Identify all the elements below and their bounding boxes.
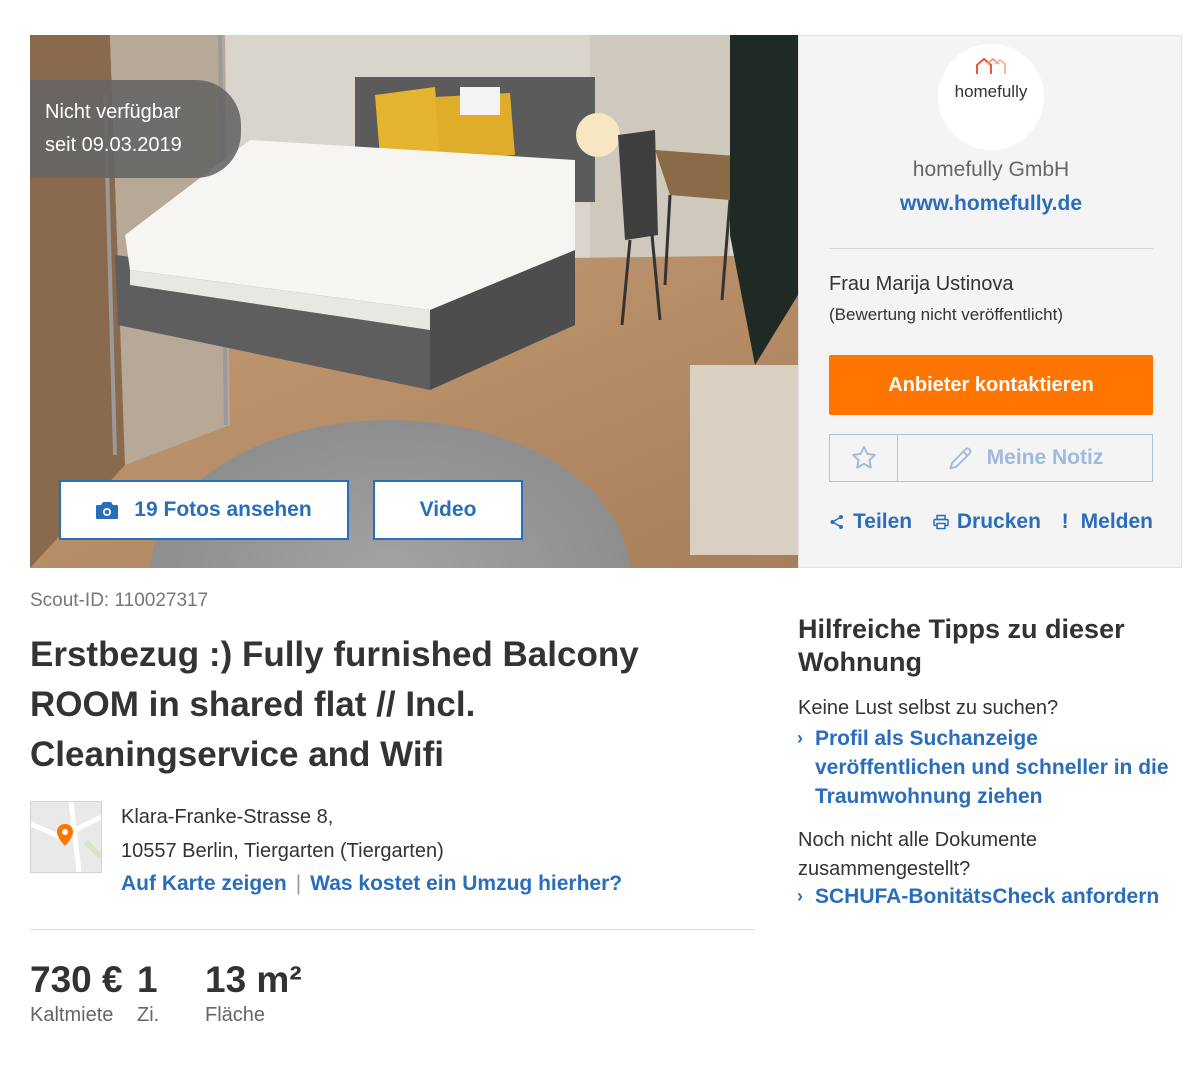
note-label: Meine Notiz xyxy=(986,446,1104,469)
tips-heading: Hilfreiche Tipps zu dieser Wohnung xyxy=(798,614,1125,677)
provider-logo[interactable]: homefully xyxy=(938,44,1044,150)
link-separator: | xyxy=(295,872,302,895)
area-keyvalue: 13 m² Fläche xyxy=(205,958,302,1027)
publish-profile-link[interactable]: › Profil als Suchanzeige veröffentlichen… xyxy=(797,724,1185,811)
key-values-divider xyxy=(30,929,755,930)
view-photos-label: 19 Fotos ansehen xyxy=(134,498,312,521)
report-label: Melden xyxy=(1080,510,1153,533)
share-icon xyxy=(829,514,845,530)
listing-title: Erstbezug :) Fully furnished Balcony ROO… xyxy=(30,635,639,774)
show-on-map-link[interactable]: Auf Karte zeigen xyxy=(121,872,287,896)
rent-keyvalue: 730 € Kaltmiete xyxy=(30,958,123,1027)
provider-logo-text: homefully xyxy=(954,82,1028,101)
moving-cost-link[interactable]: Was kostet ein Umzug hierher? xyxy=(310,872,622,896)
schufa-check-label: SCHUFA-BonitätsCheck anfordern xyxy=(815,885,1160,908)
share-button[interactable]: Teilen xyxy=(829,510,912,534)
favorite-button[interactable] xyxy=(829,434,898,482)
provider-divider xyxy=(829,248,1153,249)
print-button[interactable]: Drucken xyxy=(933,510,1041,534)
print-label: Drucken xyxy=(956,510,1041,533)
availability-badge: Nicht verfügbar seit 09.03.2019 xyxy=(30,80,241,178)
tips-question-search: Keine Lust selbst zu suchen? xyxy=(798,697,1059,719)
publish-profile-label: Profil als Suchanzeige veröffentlichen u… xyxy=(815,727,1169,808)
video-button[interactable]: Video xyxy=(373,480,523,540)
map-thumbnail[interactable] xyxy=(30,801,104,873)
house-logo-icon xyxy=(976,57,1006,74)
rooms-label: Zi. xyxy=(137,1004,160,1026)
provider-website-link[interactable]: www.homefully.de xyxy=(799,192,1183,216)
chevron-right-icon: › xyxy=(797,728,803,748)
availability-date: seit 09.03.2019 xyxy=(45,134,182,156)
address-links: Auf Karte zeigen | Was kostet ein Umzug … xyxy=(121,872,622,896)
chevron-right-icon: › xyxy=(797,886,803,906)
address-city: 10557 Berlin, Tiergarten (Tiergarten) xyxy=(121,840,444,862)
schufa-check-link[interactable]: › SCHUFA-BonitätsCheck anfordern xyxy=(797,882,1185,911)
share-label: Teilen xyxy=(853,510,913,533)
agent-name: Frau Marija Ustinova xyxy=(829,273,1014,295)
map-pin-icon xyxy=(30,801,104,873)
exclamation-icon: ! xyxy=(1061,510,1069,533)
rent-label: Kaltmiete xyxy=(30,1004,114,1026)
star-icon xyxy=(851,445,876,469)
video-label: Video xyxy=(419,498,477,521)
rooms-value: 1 xyxy=(137,959,158,1000)
pencil-icon xyxy=(949,447,972,470)
area-label: Fläche xyxy=(205,1004,266,1026)
rent-value: 730 € xyxy=(30,959,123,1000)
printer-icon xyxy=(933,514,949,530)
address-street: Klara-Franke-Strasse 8, xyxy=(121,806,334,828)
contact-provider-button[interactable]: Anbieter kontaktieren xyxy=(829,355,1153,415)
camera-icon xyxy=(96,501,119,519)
report-button[interactable]: ! Melden xyxy=(1062,510,1153,534)
agent-rating: (Bewertung nicht veröffentlicht) xyxy=(829,305,1064,324)
provider-company: homefully GmbH xyxy=(912,158,1070,181)
rooms-keyvalue: 1 Zi. xyxy=(137,958,159,1027)
scout-id: Scout-ID: 110027317 xyxy=(30,590,209,611)
availability-status: Nicht verfügbar xyxy=(45,101,181,123)
note-button[interactable]: Meine Notiz xyxy=(897,434,1153,482)
area-value: 13 m² xyxy=(205,959,302,1000)
view-photos-button[interactable]: 19 Fotos ansehen xyxy=(59,480,349,540)
provider-panel: homefully homefully GmbH www.homefully.d… xyxy=(798,35,1182,568)
provider-actions: Teilen Drucken ! Melden xyxy=(829,510,1153,534)
tips-question-documents: Noch nicht alle Dokumente zusammengestel… xyxy=(798,829,1038,880)
